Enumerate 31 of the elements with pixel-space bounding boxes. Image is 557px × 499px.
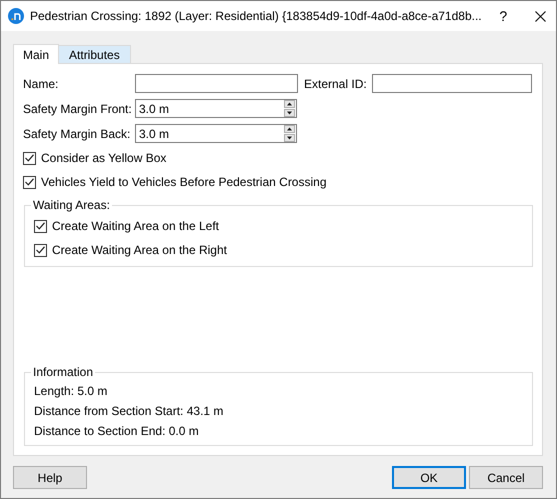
external-id-field[interactable] [372,74,532,93]
spin-arrows-icon[interactable] [284,125,295,142]
checkbox-label: Create Waiting Area on the Right [52,243,227,257]
app-icon [8,8,24,24]
field-label: Name: [23,76,60,90]
dialog-button[interactable]: Help [13,466,87,489]
dialog-button[interactable]: OK [392,466,466,489]
spin-arrows-icon[interactable] [284,100,295,117]
group-title: Information [31,365,96,379]
checkbox-label: Create Waiting Area on the Left [52,219,219,233]
field-label: External ID: [304,76,367,90]
tab[interactable]: Attributes [58,45,131,63]
checkbox[interactable] [34,220,47,232]
group-title: Waiting Areas: [31,198,112,212]
spin-field[interactable]: 3.0 m [135,99,297,118]
checkbox-label: Consider as Yellow Box [41,151,166,165]
name-field[interactable] [135,74,298,93]
spin-field[interactable]: 3.0 m [135,124,297,143]
dialog-button[interactable]: Cancel [469,466,543,489]
field-label: Safety Margin Back: [23,126,132,140]
help-button[interactable]: ? [488,8,519,24]
checkbox[interactable] [34,244,47,256]
info-text: Distance from Section Start: 43.1 m [34,403,224,420]
checkbox[interactable] [23,176,36,188]
checkbox[interactable] [23,152,36,164]
checkbox-label: Vehicles Yield to Vehicles Before Pedestrian Crossing [41,175,326,189]
tab[interactable]: Main [13,44,60,64]
field-label: Safety Margin Front: [23,102,133,116]
info-text: Length: 5.0 m [34,383,108,400]
info-text: Distance to Section End: 0.0 m [34,423,200,440]
window-title: Pedestrian Crossing: 1892 (Layer: Residential) {183854d9-10df-4a0d-a8ce-a71d8b... [30,9,482,23]
